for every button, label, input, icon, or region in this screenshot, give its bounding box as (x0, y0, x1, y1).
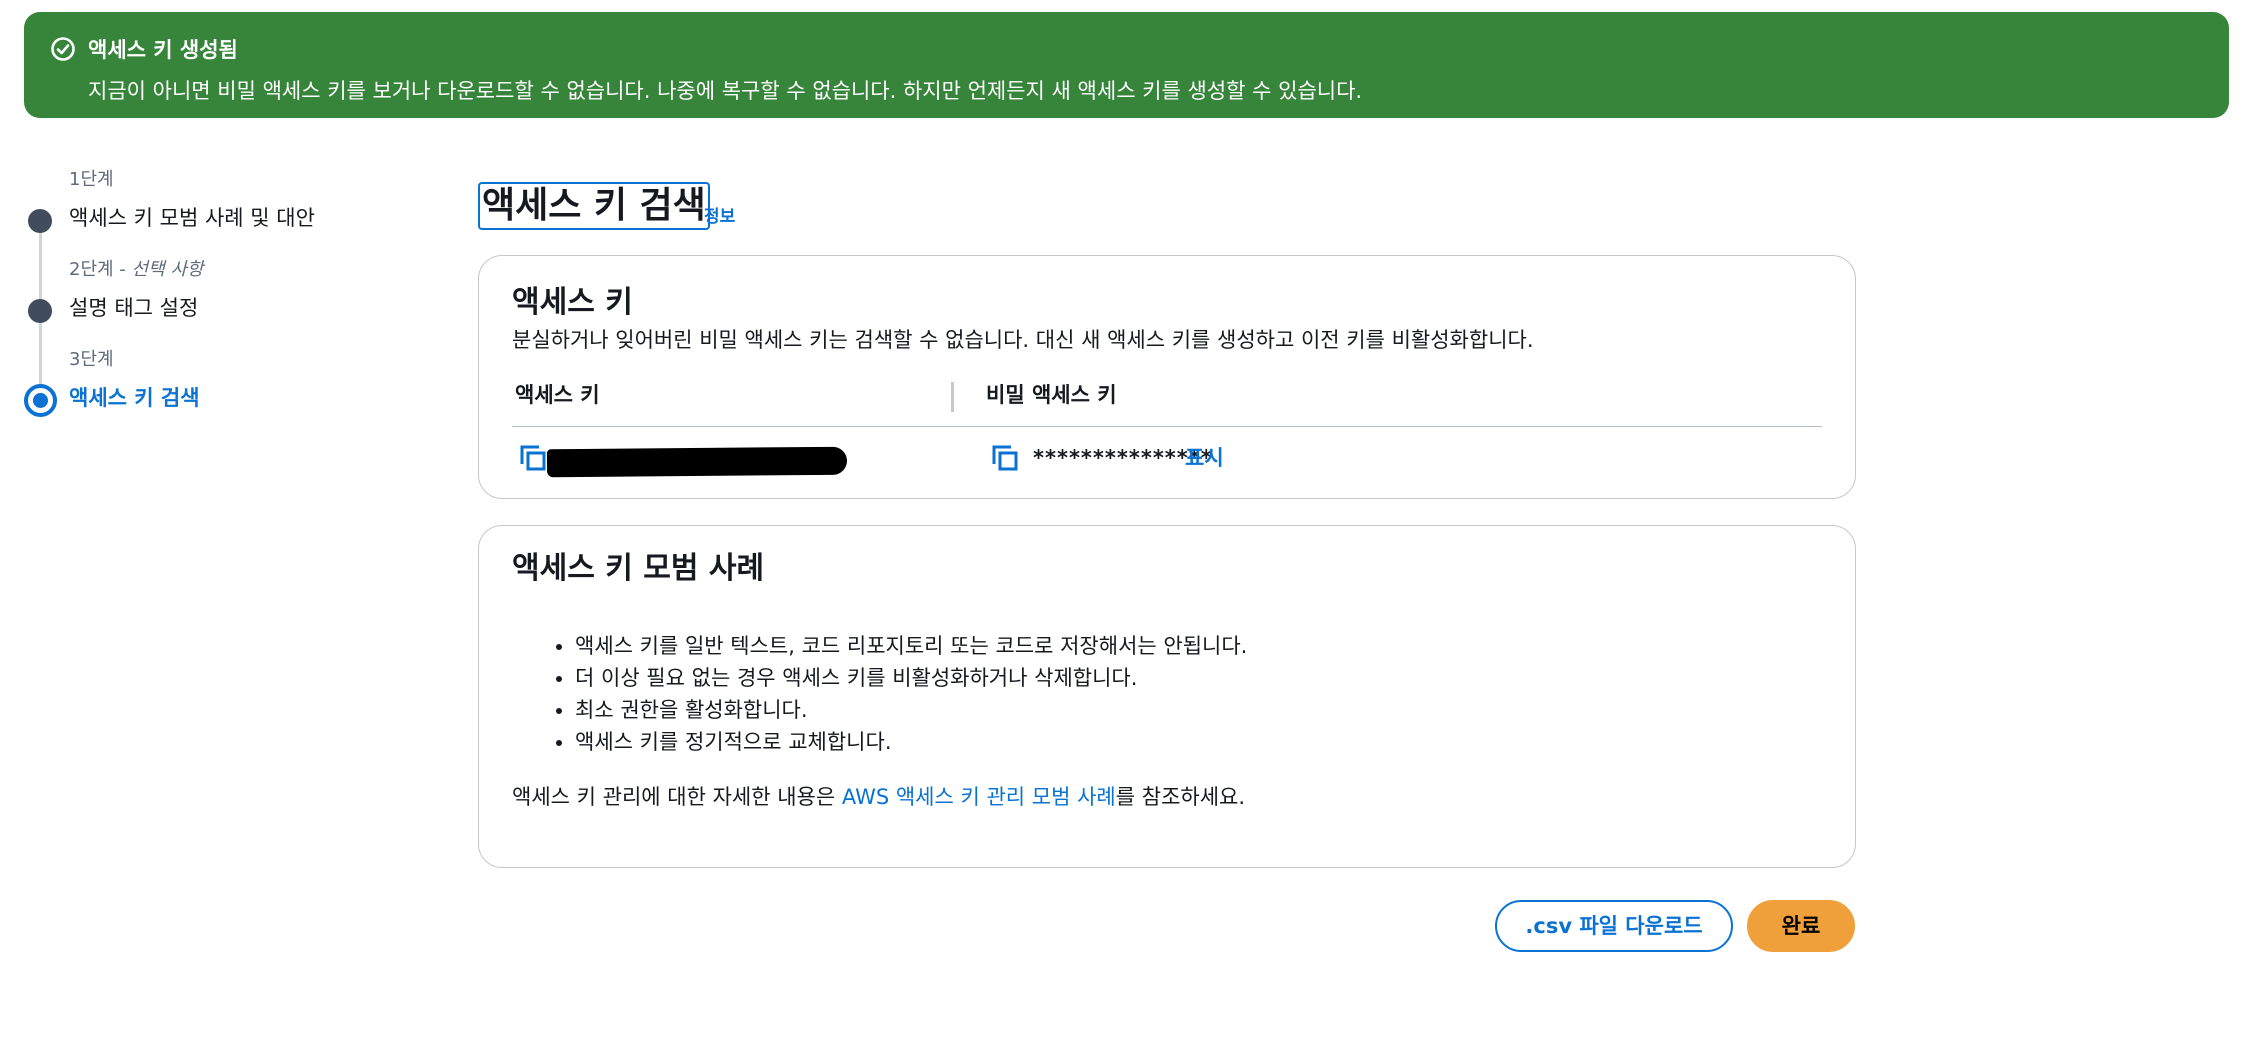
banner-title: 액세스 키 생성됨 (88, 38, 238, 62)
best-practices-footer: 액세스 키 관리에 대한 자세한 내용은 AWS 액세스 키 관리 모범 사례를… (512, 782, 1245, 812)
table-divider (512, 426, 1822, 427)
access-key-card-title: 액세스 키 (512, 285, 633, 320)
copy-secret-key-icon[interactable] (991, 444, 1019, 472)
wizard-steps: 1단계 액세스 키 모범 사례 및 대안 2단계 - 선택 사항 설명 태그 설… (24, 160, 424, 430)
done-button[interactable]: 완료 (1747, 900, 1855, 952)
info-link[interactable]: 정보 (704, 202, 735, 227)
step-2-label: 설명 태그 설정 (69, 296, 199, 320)
secret-key-column-header: 비밀 액세스 키 (986, 383, 1117, 407)
download-csv-button[interactable]: .csv 파일 다운로드 (1495, 900, 1733, 952)
list-item: 액세스 키를 정기적으로 교체합니다. (575, 726, 1247, 758)
best-practices-list: 액세스 키를 일반 텍스트, 코드 리포지토리 또는 코드로 저장해서는 안됩니… (575, 630, 1247, 758)
step-3-number: 3단계 (69, 349, 114, 370)
show-secret-link[interactable]: 표시 (1185, 444, 1224, 472)
banner-message: 지금이 아니면 비밀 액세스 키를 보거나 다운로드할 수 없습니다. 나중에 … (88, 79, 1363, 103)
access-key-card-description: 분실하거나 잊어버린 비밀 액세스 키는 검색할 수 없습니다. 대신 새 액세… (512, 328, 1534, 352)
best-practices-title: 액세스 키 모범 사례 (512, 551, 765, 586)
step-3[interactable]: 3단계 액세스 키 검색 (24, 348, 424, 418)
best-practices-card: 액세스 키 모범 사례 액세스 키를 일반 텍스트, 코드 리포지토리 또는 코… (478, 525, 1856, 868)
step-3-label: 액세스 키 검색 (69, 386, 200, 410)
step-2-indicator (28, 299, 52, 323)
step-1-label: 액세스 키 모범 사례 및 대안 (69, 206, 315, 230)
step-1[interactable]: 1단계 액세스 키 모범 사례 및 대안 (24, 168, 424, 238)
step-2[interactable]: 2단계 - 선택 사항 설명 태그 설정 (24, 258, 424, 328)
redacted-access-key (546, 446, 848, 478)
list-item: 최소 권한을 활성화합니다. (575, 694, 1247, 726)
footer-prefix: 액세스 키 관리에 대한 자세한 내용은 (512, 785, 842, 809)
step-2-optional: 선택 사항 (131, 259, 204, 280)
step-1-number: 1단계 (69, 169, 114, 190)
step-1-indicator (28, 209, 52, 233)
list-item: 더 이상 필요 없는 경우 액세스 키를 비활성화하거나 삭제합니다. (575, 662, 1247, 694)
footer-suffix: 를 참조하세요. (1115, 785, 1246, 809)
column-separator (951, 382, 954, 412)
list-item: 액세스 키를 일반 텍스트, 코드 리포지토리 또는 코드로 저장해서는 안됩니… (575, 630, 1247, 662)
copy-access-key-icon[interactable] (519, 444, 547, 472)
step-2-number: 2단계 - 선택 사항 (69, 259, 204, 280)
success-banner: 액세스 키 생성됨 지금이 아니면 비밀 액세스 키를 보거나 다운로드할 수 … (24, 12, 2229, 118)
step-3-indicator (24, 384, 57, 417)
access-key-card: 액세스 키 분실하거나 잊어버린 비밀 액세스 키는 검색할 수 없습니다. 대… (478, 255, 1856, 499)
page-title: 액세스 키 검색 (478, 182, 710, 230)
best-practices-link[interactable]: AWS 액세스 키 관리 모범 사례 (842, 785, 1116, 809)
access-key-column-header: 액세스 키 (515, 383, 600, 407)
check-circle-icon (51, 37, 75, 61)
